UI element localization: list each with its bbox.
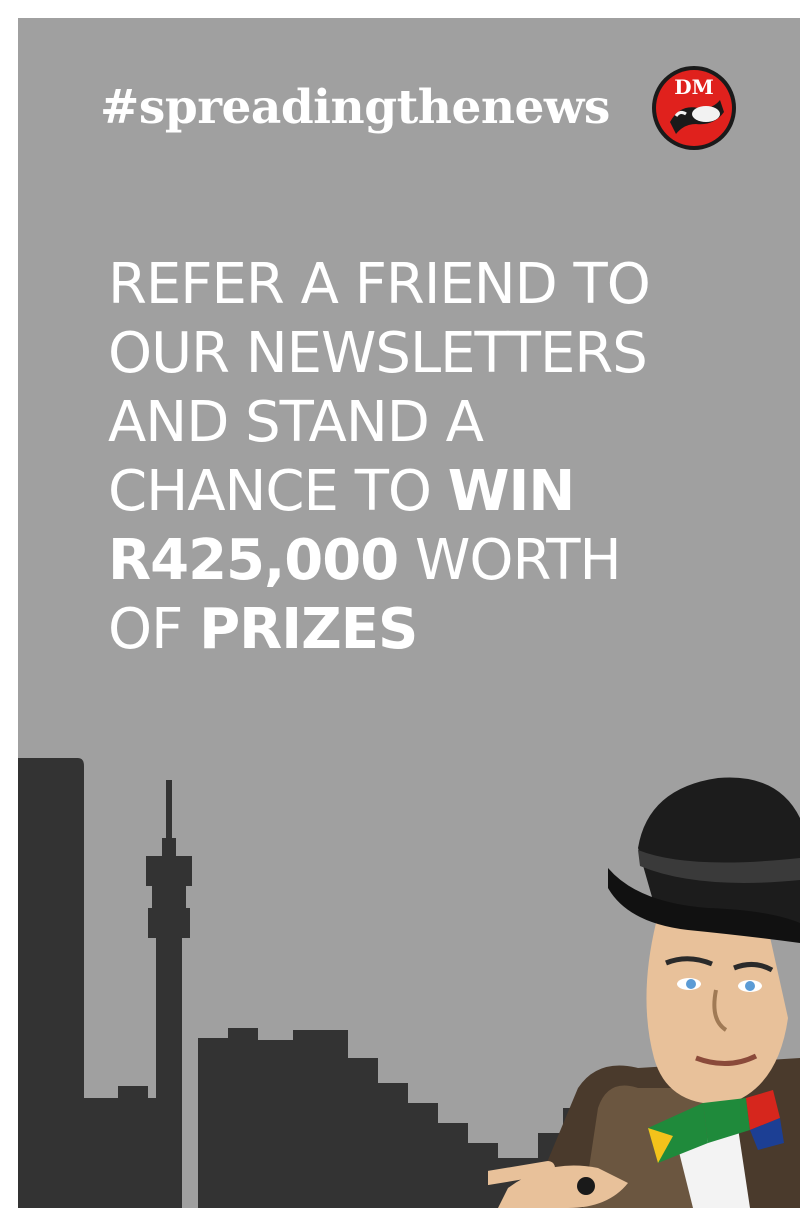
headline-amount: R425,000	[108, 528, 399, 593]
headline-line-1: REFER A FRIEND TO	[108, 252, 651, 317]
headline-line-2: OUR NEWSLETTERS	[108, 321, 648, 386]
logo-text: DM	[674, 75, 713, 99]
headline-line-5: R425,000 WORTH	[108, 526, 650, 595]
headline-line-4: CHANCE TO WIN	[108, 457, 650, 526]
headline-win: WIN	[447, 459, 575, 524]
headline: REFER A FRIEND TO OUR NEWSLETTERS AND ST…	[108, 250, 651, 664]
headline-line-5-plain: WORTH	[398, 528, 622, 593]
man-in-hat-with-flag-bowtie-icon	[488, 777, 800, 1208]
headline-line-6-plain: OF	[108, 597, 200, 662]
promo-banner[interactable]: #spreadingthenews DM REFER A FRIEND TO O…	[18, 18, 800, 1208]
headline-line-3: AND STAND A	[108, 390, 484, 455]
headline-prizes: PRIZES	[199, 597, 418, 662]
headline-line-6: OF PRIZES	[108, 595, 650, 664]
daily-maverick-logo-icon: DM	[652, 66, 736, 150]
headline-line-4-plain: CHANCE TO	[108, 459, 448, 524]
hashtag-title: #spreadingthenews	[100, 80, 610, 135]
